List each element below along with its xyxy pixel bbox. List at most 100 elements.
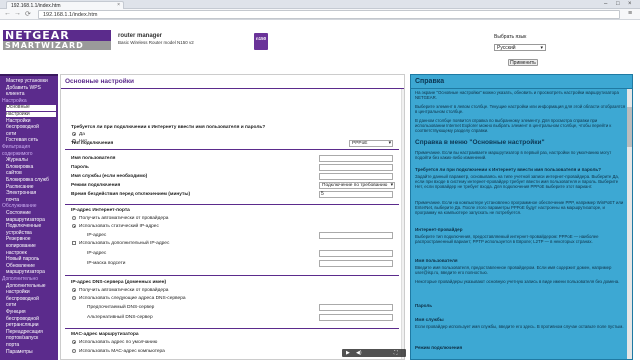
help-panel: Справка На экране "Основные настройки" м… xyxy=(410,74,633,360)
sidebar-item[interactable]: Журналы xyxy=(6,157,56,163)
login-yes-radio[interactable] xyxy=(72,132,76,136)
language-select[interactable]: Русский ▾ xyxy=(494,44,546,51)
sidebar-item[interactable]: беспроводной xyxy=(6,296,56,302)
sidebar-item[interactable]: Резервное xyxy=(6,237,56,242)
ip-address-input[interactable] xyxy=(319,232,393,239)
reload-icon[interactable]: ⟳ xyxy=(25,10,31,18)
help-title: Справка xyxy=(415,78,445,85)
language-value: Русский xyxy=(497,45,516,51)
sidebar-item[interactable]: настройки xyxy=(6,111,56,118)
help-divider xyxy=(411,88,632,89)
sidebar-item[interactable]: Подключенные xyxy=(6,223,56,229)
maximize-icon[interactable]: □ xyxy=(616,1,620,7)
sidebar-item[interactable]: Мастер установки xyxy=(6,78,56,84)
forward-arrow-icon[interactable]: → xyxy=(14,10,21,17)
sidebar-item[interactable]: беспроводной xyxy=(6,316,56,322)
address-bar[interactable]: 192.168.1.1/index.htm xyxy=(38,10,620,19)
password-input[interactable] xyxy=(319,164,393,171)
sidebar-item[interactable]: Расписание xyxy=(6,184,56,190)
sidebar-item[interactable]: настройки xyxy=(6,289,56,295)
mac-pc-radio[interactable] xyxy=(72,349,76,353)
sidebar-item[interactable]: сайтов xyxy=(6,171,56,176)
ip-section-title: IP-адрес Интернет-порта xyxy=(71,208,130,213)
extra-ip-checkbox[interactable] xyxy=(72,241,76,245)
minimize-icon[interactable]: – xyxy=(604,1,607,7)
play-icon[interactable]: ▶ xyxy=(346,349,350,357)
model-badge: n150 xyxy=(254,33,268,50)
sidebar-item[interactable]: ретрансляции xyxy=(6,322,56,328)
help-paragraph: Выберите тип подключения, предоставляемы… xyxy=(415,234,599,244)
help-scrollbar[interactable] xyxy=(627,89,632,359)
service-name-label: Имя службы (если необходимо) xyxy=(71,174,148,179)
ip-auto-label: Получить автоматически от провайдера xyxy=(79,216,169,221)
help-scrollbar-thumb[interactable] xyxy=(627,107,632,147)
settings-panel: Основные настройки Требуется ли при подк… xyxy=(60,74,405,360)
divider xyxy=(65,204,399,205)
sidebar-item[interactable]: Электронная xyxy=(6,190,56,196)
help-paragraph: Введите имя пользователя, предоставленно… xyxy=(415,265,612,275)
volume-icon[interactable]: ◀) xyxy=(356,349,362,357)
sidebar-item[interactable]: устройства xyxy=(6,230,56,236)
sidebar-item[interactable]: клиента xyxy=(6,91,56,97)
settings-scrollbar[interactable] xyxy=(401,89,404,359)
sidebar-item[interactable]: портов/запуск xyxy=(6,336,56,341)
ip-address2-input[interactable] xyxy=(319,250,393,257)
sidebar-item[interactable]: порта xyxy=(6,342,56,348)
subnet-mask-input[interactable] xyxy=(319,260,393,267)
connection-type-value: PPPoE xyxy=(352,141,368,146)
language-label: Выбрать язык xyxy=(494,34,527,40)
fullscreen-icon[interactable]: ⛶ xyxy=(394,349,398,357)
menu-icon[interactable]: ≡ xyxy=(628,10,632,17)
tab-close-icon[interactable]: × xyxy=(117,2,120,8)
password-label: Пароль xyxy=(71,165,89,170)
ip-auto-radio[interactable] xyxy=(72,216,76,220)
sidebar-item[interactable]: Основные xyxy=(6,105,56,111)
sidebar-item[interactable]: копирование xyxy=(6,243,56,249)
apply-language-button[interactable]: Применить xyxy=(508,59,538,66)
login-question: Требуется ли при подключении к Интернету… xyxy=(71,125,266,130)
dns-primary-input[interactable] xyxy=(319,304,393,311)
username-input[interactable] xyxy=(319,155,393,162)
ip-static-radio[interactable] xyxy=(72,224,76,228)
idle-timeout-input[interactable]: 5 xyxy=(319,191,393,198)
chevron-down-icon: ▾ xyxy=(540,45,543,51)
back-arrow-icon[interactable]: ← xyxy=(4,10,11,17)
chevron-down-icon: ▾ xyxy=(390,183,393,188)
close-window-icon[interactable]: × xyxy=(628,1,632,7)
sidebar-item[interactable]: маршрутизатора xyxy=(6,270,56,275)
browser-tab-bar: 192.168.1.1/index.htm × – □ × xyxy=(0,0,640,9)
dns-manual-radio[interactable] xyxy=(72,296,76,300)
sidebar: Мастер установки Добавить WPS клиента Настр… xyxy=(0,74,58,360)
url-text: 192.168.1.1/index.htm xyxy=(43,12,98,18)
sidebar-item[interactable]: сети xyxy=(6,303,56,308)
help-subheading: Пароль xyxy=(415,303,433,308)
dns-auto-radio[interactable] xyxy=(72,288,76,292)
sidebar-item[interactable]: Блокировка служб xyxy=(6,177,56,183)
sidebar-item[interactable]: Новый пароль xyxy=(6,256,56,262)
help-paragraph: Задайте данный параметр, основываясь на … xyxy=(415,174,620,189)
browser-tab[interactable]: 192.168.1.1/index.htm × xyxy=(6,1,124,9)
help-subheading: Режим подключения xyxy=(415,345,463,350)
service-name-input[interactable] xyxy=(319,173,393,180)
dns-secondary-input[interactable] xyxy=(319,314,393,321)
browser-toolbar: ← → ⟳ 192.168.1.1/index.htm ≡ xyxy=(0,9,640,20)
sidebar-item[interactable]: Состояние xyxy=(6,210,56,216)
video-control-bar[interactable]: ▶ ◀) ⛶ xyxy=(342,349,406,357)
connection-mode-select[interactable]: Подключение по требованию ▾ xyxy=(319,182,395,189)
sidebar-item[interactable]: беспроводной xyxy=(6,124,56,130)
sidebar-item[interactable]: сети xyxy=(6,131,56,137)
sidebar-item[interactable]: Параметры xyxy=(6,349,56,355)
mac-default-radio[interactable] xyxy=(72,340,76,344)
divider xyxy=(65,149,399,150)
divider xyxy=(65,328,399,329)
sidebar-item[interactable]: Добавить WPS xyxy=(6,85,56,91)
sidebar-item[interactable]: маршрутизатора xyxy=(6,217,56,223)
sidebar-item[interactable]: Обновление xyxy=(6,263,56,269)
sidebar-item[interactable]: Функция xyxy=(6,309,56,315)
sidebar-item[interactable]: Переадресация xyxy=(6,329,56,335)
sidebar-item[interactable]: почта xyxy=(6,197,56,203)
router-manager-title: router manager xyxy=(118,33,163,39)
connection-type-select[interactable]: PPPoE ▾ xyxy=(349,140,393,147)
sidebar-item[interactable]: Гостевая сеть xyxy=(6,138,56,143)
ip-address2-label: IP-адрес xyxy=(87,251,107,256)
